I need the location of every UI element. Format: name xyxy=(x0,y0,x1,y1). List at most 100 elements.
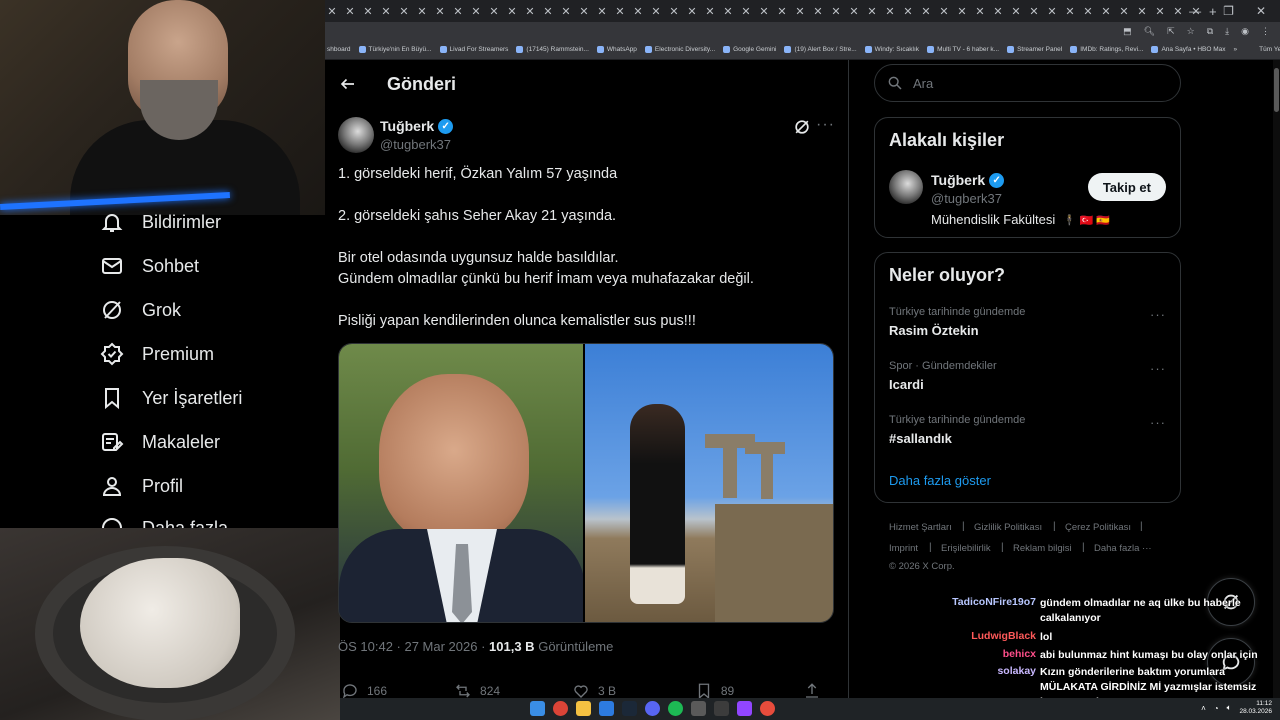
start-icon[interactable] xyxy=(530,701,545,716)
steam-icon[interactable] xyxy=(622,701,637,716)
footer-link[interactable]: Daha fazla ··· xyxy=(1094,543,1152,554)
bookmark-item[interactable]: Google Gemini xyxy=(723,46,776,53)
browser-menu-icon[interactable]: ⋮ xyxy=(1261,26,1270,37)
browser-tab[interactable]: ✕ xyxy=(595,5,609,18)
nav-item-bookmarks[interactable]: Yer İşaretleri xyxy=(100,386,242,410)
browser-tab[interactable]: ✕ xyxy=(937,5,951,18)
browser-tab[interactable]: ✕ xyxy=(919,5,933,18)
bookmark-item[interactable]: WhatsApp xyxy=(596,46,637,53)
browser-tab[interactable]: ✕ xyxy=(541,5,555,18)
browser-tab[interactable]: ✕ xyxy=(361,5,375,18)
media-image-woman[interactable] xyxy=(585,344,833,622)
browser-tab[interactable]: ✕ xyxy=(739,5,753,18)
more-options-icon[interactable]: ··· xyxy=(816,116,835,134)
media-image-man[interactable] xyxy=(339,344,584,622)
footer-link[interactable]: Erişilebilirlik xyxy=(941,543,991,554)
close-window-icon[interactable]: ✕ xyxy=(1256,4,1266,18)
browser-tab[interactable]: ✕ xyxy=(811,5,825,18)
related-handle[interactable]: @tugberk37 xyxy=(931,191,1002,206)
taskbar-clock[interactable]: 11:12 28.03.2026 xyxy=(1239,700,1272,716)
bookmark-item[interactable]: Multi TV - 6 haber k... xyxy=(927,46,999,53)
browser-tab[interactable]: ✕ xyxy=(667,5,681,18)
browser-tab[interactable]: ✕ xyxy=(703,5,717,18)
browser-tab[interactable]: ✕ xyxy=(883,5,897,18)
browser-tab[interactable]: ✕ xyxy=(451,5,465,18)
browser-tab[interactable]: ✕ xyxy=(1081,5,1095,18)
browser-tab[interactable]: ✕ xyxy=(649,5,663,18)
folder-icon[interactable] xyxy=(576,701,591,716)
browser-tab[interactable]: ✕ xyxy=(487,5,501,18)
extensions-icon[interactable]: ⧉ xyxy=(1207,26,1213,37)
browser-tab[interactable]: ✕ xyxy=(469,5,483,18)
follow-button[interactable]: Takip et xyxy=(1087,173,1166,201)
show-more-link[interactable]: Daha fazla göster xyxy=(889,473,991,488)
related-avatar[interactable] xyxy=(889,170,923,204)
footer-link[interactable]: Imprint xyxy=(889,543,918,554)
volume-icon[interactable]: 🔈︎ xyxy=(1227,703,1232,713)
back-button[interactable] xyxy=(337,73,359,95)
minimize-icon[interactable]: — xyxy=(1189,4,1201,18)
bookmark-item[interactable]: IMDb: Ratings, Revi... xyxy=(1070,46,1143,53)
bookmarks-overflow-button[interactable]: » xyxy=(1234,46,1238,53)
bookmark-item[interactable]: Streamer Panel xyxy=(1007,46,1062,53)
nav-item-profile[interactable]: Profil xyxy=(100,474,183,498)
browser-tab[interactable]: ✕ xyxy=(343,5,357,18)
browser-tab[interactable]: ✕ xyxy=(1135,5,1149,18)
browser-tab[interactable]: ✕ xyxy=(757,5,771,18)
browser-tab[interactable]: ✕ xyxy=(775,5,789,18)
bookmark-item[interactable]: (17145) Rammstein... xyxy=(516,46,589,53)
browser-tab[interactable]: ✕ xyxy=(379,5,393,18)
browser-tab[interactable]: ✕ xyxy=(397,5,411,18)
browser-tab[interactable]: ✕ xyxy=(325,5,339,18)
trend-item[interactable]: #sallandık xyxy=(889,431,952,446)
app-icon[interactable] xyxy=(714,701,729,716)
app-icon[interactable] xyxy=(691,701,706,716)
browser-tab[interactable]: ✕ xyxy=(721,5,735,18)
footer-link[interactable]: Reklam bilgisi xyxy=(1013,543,1072,554)
twitch-icon[interactable] xyxy=(737,701,752,716)
browser-tab[interactable]: ✕ xyxy=(1063,5,1077,18)
chevron-up-icon[interactable]: ˄ xyxy=(1201,704,1206,713)
browser-tab[interactable]: ✕ xyxy=(955,5,969,18)
trend-item[interactable]: Rasim Öztekin xyxy=(889,323,979,338)
browser-tab[interactable]: ✕ xyxy=(847,5,861,18)
share-icon[interactable]: ⇱ xyxy=(1167,26,1175,37)
more-options-icon[interactable]: ··· xyxy=(1150,307,1166,322)
maximize-icon[interactable]: ❐ xyxy=(1223,4,1234,18)
footer-link[interactable]: Hizmet Şartları xyxy=(889,522,952,533)
bookmark-item[interactable]: (19) Alert Box / Stre... xyxy=(784,46,857,53)
nav-item-premium[interactable]: Premium xyxy=(100,342,214,366)
author-handle[interactable]: @tugberk37 xyxy=(380,137,451,152)
chrome-icon[interactable] xyxy=(553,701,568,716)
browser-tab[interactable]: ✕ xyxy=(433,5,447,18)
search-input[interactable]: Ara xyxy=(874,64,1181,102)
star-icon[interactable]: ☆ xyxy=(1187,26,1195,37)
browser-tab[interactable]: ✕ xyxy=(829,5,843,18)
all-bookmarks-button[interactable]: Tüm Yer İşaretleri xyxy=(1259,46,1280,53)
trend-item[interactable]: Icardi xyxy=(889,377,924,392)
browser-tab[interactable]: ✕ xyxy=(1117,5,1131,18)
author-avatar[interactable] xyxy=(338,117,374,153)
install-icon[interactable]: ⬒ xyxy=(1123,26,1132,37)
nav-item-articles[interactable]: Makaleler xyxy=(100,430,220,454)
page-scrollbar[interactable] xyxy=(1273,60,1280,720)
bookmark-item[interactable]: Electronic Diversity... xyxy=(644,46,715,53)
browser-tab[interactable]: ✕ xyxy=(577,5,591,18)
app-icon[interactable] xyxy=(760,701,775,716)
browser-tab[interactable]: ✕ xyxy=(991,5,1005,18)
browser-tab[interactable]: ✕ xyxy=(505,5,519,18)
browser-tab[interactable]: ✕ xyxy=(415,5,429,18)
browser-tab[interactable]: ✕ xyxy=(793,5,807,18)
edit-app-icon[interactable] xyxy=(599,701,614,716)
profile-icon[interactable]: ◉ xyxy=(1241,26,1249,37)
scrollbar-thumb[interactable] xyxy=(1274,68,1279,112)
download-icon[interactable]: ⤓ xyxy=(1225,26,1229,37)
more-options-icon[interactable]: ··· xyxy=(1150,415,1166,430)
browser-tab[interactable]: ✕ xyxy=(901,5,915,18)
browser-tab[interactable]: ✕ xyxy=(1009,5,1023,18)
browser-tab[interactable]: ✕ xyxy=(973,5,987,18)
nav-item-notifications[interactable]: Bildirimler xyxy=(100,210,221,234)
footer-link[interactable]: Gizlilik Politikası xyxy=(974,522,1042,533)
browser-tab[interactable]: ✕ xyxy=(613,5,627,18)
author-name[interactable]: Tuğberk ✓ xyxy=(380,118,454,134)
